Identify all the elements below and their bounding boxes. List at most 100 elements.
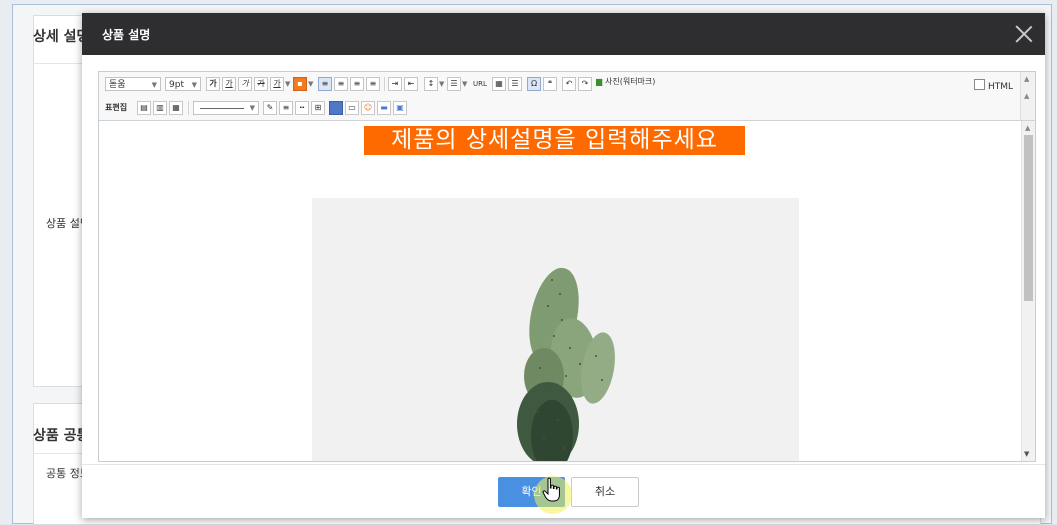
align-justify-icon: ≡ (369, 79, 377, 88)
undo-icon: ↶ (565, 79, 573, 88)
chevron-down-icon: ▼ (249, 104, 255, 112)
strikethrough-button[interactable]: 가 (254, 77, 268, 91)
product-description-modal: 상품 설명 돋움 ▼ 9pt ▼ 가 가 가 가 가 ▼ ▪ ▼ ≡ ≡ ≡ ≡ ⇥… (82, 13, 1045, 518)
modal-header: 상품 설명 (82, 13, 1045, 55)
table-grid-button[interactable]: ⊞ (311, 101, 325, 115)
cactus-image (312, 198, 799, 461)
toolbar-scrollbar[interactable]: ▲ ▲ (1020, 72, 1035, 120)
toolbar-separator (384, 77, 385, 91)
align-right-icon: ≡ (353, 79, 361, 88)
editor-toolbar-row-1: 돋움 ▼ 9pt ▼ 가 가 가 가 가 ▼ ▪ ▼ ≡ ≡ ≡ ≡ ⇥ ⇤ ↕ ▼… (99, 72, 1035, 97)
emoji-button[interactable]: ☺ (361, 101, 375, 115)
highlight-color-button[interactable]: ▪ (293, 77, 307, 91)
underline-button[interactable]: 가 (222, 77, 236, 91)
hand-cursor-icon (542, 477, 560, 502)
table-col-icon: ▥ (156, 103, 164, 112)
cell-bg-button[interactable] (329, 101, 343, 115)
outdent-button[interactable]: ⇤ (404, 77, 418, 91)
quote-button[interactable]: ❝ (543, 77, 557, 91)
template-button[interactable]: ▣ (393, 101, 407, 115)
line-height-button[interactable]: ↕ (424, 77, 438, 91)
border-width-button[interactable]: ≡ (279, 101, 293, 115)
scroll-up-icon[interactable]: ▲ (1025, 124, 1030, 132)
image-box-icon: ▬ (380, 103, 388, 112)
align-center-button[interactable]: ≡ (334, 77, 348, 91)
undo-button[interactable]: ↶ (562, 77, 576, 91)
list-icon: ☰ (450, 79, 458, 88)
font-size-select[interactable]: 9pt ▼ (165, 77, 201, 91)
detail-section-title: 상세 설명 (33, 29, 90, 45)
image-box-button[interactable]: ▬ (377, 101, 391, 115)
list-button[interactable]: ☰ (447, 77, 461, 91)
close-icon[interactable] (1015, 25, 1033, 43)
scroll-up-icon[interactable]: ▲ (1024, 75, 1029, 83)
footer-divider (82, 464, 1045, 465)
rich-text-editor: 돋움 ▼ 9pt ▼ 가 가 가 가 가 ▼ ▪ ▼ ≡ ≡ ≡ ≡ ⇥ ⇤ ↕ ▼… (98, 71, 1036, 462)
html-mode-checkbox[interactable]: HTML (973, 79, 1013, 92)
scroll-down-icon[interactable]: ▲ (1024, 92, 1029, 100)
table-merge-button[interactable]: ▦ (169, 101, 183, 115)
border-width-icon: ≡ (282, 103, 290, 112)
chevron-down-icon[interactable]: ▼ (462, 77, 467, 91)
table-icon: ▦ (495, 79, 503, 88)
toolbar-separator (188, 101, 189, 115)
template-icon: ▣ (396, 103, 404, 112)
cell-style-icon: ▭ (348, 103, 356, 112)
align-right-button[interactable]: ≡ (350, 77, 364, 91)
bold-button[interactable]: 가 (206, 77, 220, 91)
chevron-down-icon: ▼ (191, 81, 197, 89)
align-left-icon: ≡ (321, 79, 329, 88)
cancel-button[interactable]: 취소 (571, 477, 639, 507)
table-edit-label: 표편집 (105, 103, 128, 112)
line-height-icon: ↕ (427, 79, 435, 88)
table-row-icon: ▤ (140, 103, 148, 112)
modal-title: 상품 설명 (102, 28, 151, 42)
font-color-button[interactable]: 가 (270, 77, 284, 91)
border-dash-button[interactable]: ┅ (295, 101, 309, 115)
image-icon[interactable]: ▆ (596, 75, 602, 89)
special-char-icon: Ω (530, 79, 538, 88)
cell-style-button[interactable]: ▭ (345, 101, 359, 115)
scroll-down-icon[interactable]: ▼ (1024, 450, 1029, 458)
align-center-icon: ≡ (337, 79, 345, 88)
common-section-title: 상품 공통 (33, 428, 90, 444)
quote-icon: ❝ (547, 79, 553, 88)
indent-icon: ⇥ (391, 79, 399, 88)
headline-text: 제품의 상세설명을 입력해주세요 (364, 126, 745, 155)
redo-icon: ↷ (581, 79, 589, 88)
horizontal-rule-button[interactable]: ☰ (508, 77, 522, 91)
url-button[interactable]: URL (473, 77, 487, 91)
cactus-illustration (517, 267, 615, 461)
scrollbar-thumb[interactable] (1024, 135, 1033, 301)
emoji-icon: ☺ (363, 103, 373, 112)
checkbox-icon (973, 79, 985, 90)
editor-content[interactable]: 제품의 상세설명을 입력해주세요 (99, 121, 1021, 461)
italic-button[interactable]: 가 (238, 77, 252, 91)
border-dash-icon: ┅ (299, 103, 305, 112)
table-grid-icon: ⊞ (314, 103, 322, 112)
photo-watermark-button[interactable]: 사진(워터마크) (605, 75, 655, 89)
indent-button[interactable]: ⇥ (388, 77, 402, 91)
font-family-select[interactable]: 돋움 ▼ (105, 77, 161, 91)
editor-toolbar-row-2: 표편집 ▤ ▥ ▦ ▼ ✎ ≡ ┅ ⊞ ▭ ☺ ▬ ▣ (99, 96, 1035, 121)
chevron-down-icon: ▼ (151, 81, 157, 89)
align-left-button[interactable]: ≡ (318, 77, 332, 91)
insert-table-button[interactable]: ▦ (492, 77, 506, 91)
table-insert-col-button[interactable]: ▥ (153, 101, 167, 115)
special-char-button[interactable]: Ω (527, 77, 541, 91)
editor-scrollbar[interactable]: ▲ ▼ (1021, 121, 1035, 461)
redo-button[interactable]: ↷ (578, 77, 592, 91)
chevron-down-icon[interactable]: ▼ (285, 77, 290, 91)
align-justify-button[interactable]: ≡ (366, 77, 380, 91)
table-merge-icon: ▦ (172, 103, 180, 112)
border-style-select[interactable]: ▼ (193, 101, 259, 115)
highlight-icon: ▪ (297, 79, 303, 88)
table-insert-row-button[interactable]: ▤ (137, 101, 151, 115)
border-color-button[interactable]: ✎ (263, 101, 277, 115)
horizontal-rule-icon: ☰ (511, 79, 519, 88)
font-family-value: 돋움 (109, 80, 126, 90)
outdent-icon: ⇤ (407, 79, 415, 88)
chevron-down-icon[interactable]: ▼ (308, 77, 313, 91)
chevron-down-icon[interactable]: ▼ (439, 77, 444, 91)
pen-icon: ✎ (266, 103, 274, 112)
